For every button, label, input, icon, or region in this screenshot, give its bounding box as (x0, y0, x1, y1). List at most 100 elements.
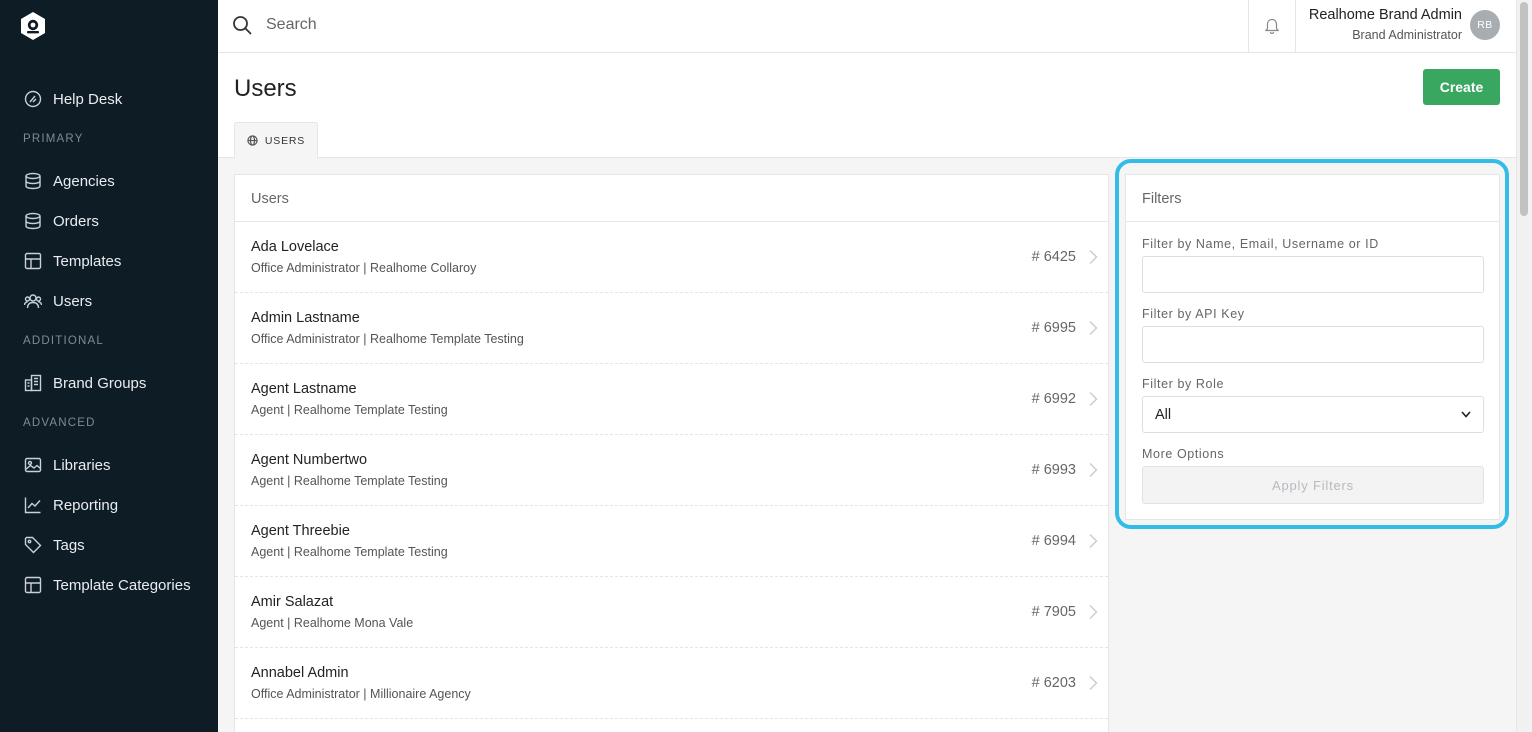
user-row-id: # 6203 (1031, 675, 1076, 691)
sidebar-item-label: Brand Groups (53, 374, 147, 392)
user-row-name: Ada Lovelace (251, 239, 339, 255)
globe-icon (247, 135, 258, 146)
filter-name-label: Filter by Name, Email, Username or ID (1142, 237, 1379, 251)
sidebar-item-label: Agencies (53, 172, 115, 190)
filter-api-key-input[interactable] (1142, 326, 1484, 363)
sidebar: Help Desk PRIMARY Agencies Orders Templa… (0, 0, 218, 732)
tab-users[interactable]: USERS (234, 122, 318, 158)
libraries-icon (24, 456, 42, 474)
chevron-right-icon (1089, 676, 1098, 690)
filter-api-key-label: Filter by API Key (1142, 307, 1245, 321)
filters-card: Filters Filter by Name, Email, Username … (1125, 174, 1500, 520)
page-title: Users (234, 75, 297, 102)
filter-role-value: All (1155, 406, 1172, 423)
chevron-right-icon (1089, 250, 1098, 264)
notifications-button[interactable] (1248, 0, 1296, 52)
user-row-name: Agent Numbertwo (251, 452, 368, 468)
filter-name-input[interactable] (1142, 256, 1484, 293)
sidebar-item-help-desk[interactable]: Help Desk (24, 87, 122, 111)
user-role: Brand Administrator (1352, 28, 1462, 42)
chevron-down-icon (1461, 411, 1471, 418)
bell-icon (1264, 18, 1280, 34)
sidebar-item-agencies[interactable]: Agencies (24, 169, 115, 193)
user-row-role: Agent | Realhome Template Testing (251, 474, 448, 488)
sidebar-item-template-categories[interactable]: Template Categories (24, 573, 191, 597)
list-item[interactable]: Annabel Admin Office Administrator | Mil… (235, 648, 1108, 719)
sidebar-item-label: Templates (53, 252, 122, 270)
user-name[interactable]: Realhome Brand Admin (1309, 7, 1462, 23)
chevron-right-icon (1089, 534, 1098, 548)
chevron-right-icon (1089, 392, 1098, 406)
sidebar-item-reporting[interactable]: Reporting (24, 493, 118, 517)
brand-logo-icon[interactable] (18, 11, 48, 41)
brand-groups-icon (24, 374, 42, 392)
sidebar-item-label: Users (53, 292, 93, 310)
sidebar-item-label: Reporting (53, 496, 119, 514)
user-row-role: Office Administrator | Millionaire Agenc… (251, 687, 471, 701)
user-row-role: Office Administrator | Realhome Template… (251, 332, 524, 346)
avatar[interactable]: RB (1470, 10, 1500, 40)
more-options-label[interactable]: More Options (1142, 447, 1224, 461)
sidebar-item-orders[interactable]: Orders (24, 209, 99, 233)
chevron-right-icon (1089, 321, 1098, 335)
nav-section-primary: PRIMARY (23, 133, 84, 145)
list-item[interactable]: Ada Lovelace Office Administrator | Real… (235, 222, 1108, 293)
list-item[interactable]: Admin Lastname Office Administrator | Re… (235, 293, 1108, 364)
search-icon (233, 16, 252, 35)
chevron-right-icon (1089, 605, 1098, 619)
scrollbar-thumb[interactable] (1520, 2, 1528, 216)
sidebar-item-label: Template Categories (53, 576, 191, 594)
agencies-icon (24, 172, 42, 190)
nav-section-additional: ADDITIONAL (23, 335, 105, 347)
search-input[interactable] (266, 12, 966, 38)
sidebar-item-label: Help Desk (53, 90, 123, 108)
nav-section-advanced: ADVANCED (23, 417, 96, 429)
list-item[interactable]: Amir Salazat Agent | Realhome Mona Vale … (235, 577, 1108, 648)
top-bar: Realhome Brand Admin Brand Administrator… (218, 0, 1516, 53)
sidebar-item-libraries[interactable]: Libraries (24, 453, 111, 477)
scrollbar[interactable] (1516, 0, 1532, 732)
filters-header: Filters (1126, 175, 1499, 222)
list-item[interactable]: Agent Lastname Agent | Realhome Template… (235, 364, 1108, 435)
templates-icon (24, 252, 42, 270)
user-row-role: Agent | Realhome Template Testing (251, 545, 448, 559)
help-desk-icon (24, 90, 42, 108)
sidebar-item-users[interactable]: Users (24, 289, 92, 313)
tags-icon (24, 536, 42, 554)
reporting-icon (24, 496, 42, 514)
apply-filters-button[interactable]: Apply Filters (1142, 466, 1484, 504)
list-item[interactable]: Agent Numbertwo Agent | Realhome Templat… (235, 435, 1108, 506)
user-row-id: # 6995 (1031, 320, 1076, 336)
user-row-id: # 6994 (1031, 533, 1076, 549)
user-row-role: Office Administrator | Realhome Collaroy (251, 261, 477, 275)
template-categories-icon (24, 576, 42, 594)
list-item[interactable]: Agent Threebie Agent | Realhome Template… (235, 506, 1108, 577)
users-list-card: Users Ada Lovelace Office Administrator … (234, 174, 1109, 732)
user-row-name: Amir Salazat (251, 594, 334, 610)
sidebar-item-label: Orders (53, 212, 99, 230)
tab-label: USERS (264, 134, 306, 147)
user-row-id: # 6425 (1031, 249, 1076, 265)
chevron-right-icon (1089, 463, 1098, 477)
sidebar-item-tags[interactable]: Tags (24, 533, 85, 557)
user-row-name: Admin Lastname (251, 310, 360, 326)
sidebar-item-label: Tags (53, 536, 85, 554)
page-header: Users Create USERS (218, 53, 1516, 158)
filter-role-select[interactable]: All (1142, 396, 1484, 433)
sidebar-item-brand-groups[interactable]: Brand Groups (24, 371, 146, 395)
user-row-name: Agent Threebie (251, 523, 350, 539)
create-button[interactable]: Create (1423, 69, 1500, 105)
users-list-header: Users (235, 175, 1108, 222)
users-icon (24, 292, 42, 310)
user-row-id: # 6993 (1031, 462, 1076, 478)
sidebar-item-label: Libraries (53, 456, 111, 474)
orders-icon (24, 212, 42, 230)
user-row-name: Agent Lastname (251, 381, 357, 397)
filter-role-label: Filter by Role (1142, 377, 1225, 391)
user-row-role: Agent | Realhome Template Testing (251, 403, 448, 417)
user-row-role: Agent | Realhome Mona Vale (251, 616, 414, 630)
users-list: Ada Lovelace Office Administrator | Real… (235, 222, 1108, 719)
user-row-id: # 7905 (1031, 604, 1076, 620)
sidebar-item-templates[interactable]: Templates (24, 249, 121, 273)
user-row-name: Annabel Admin (251, 665, 349, 681)
